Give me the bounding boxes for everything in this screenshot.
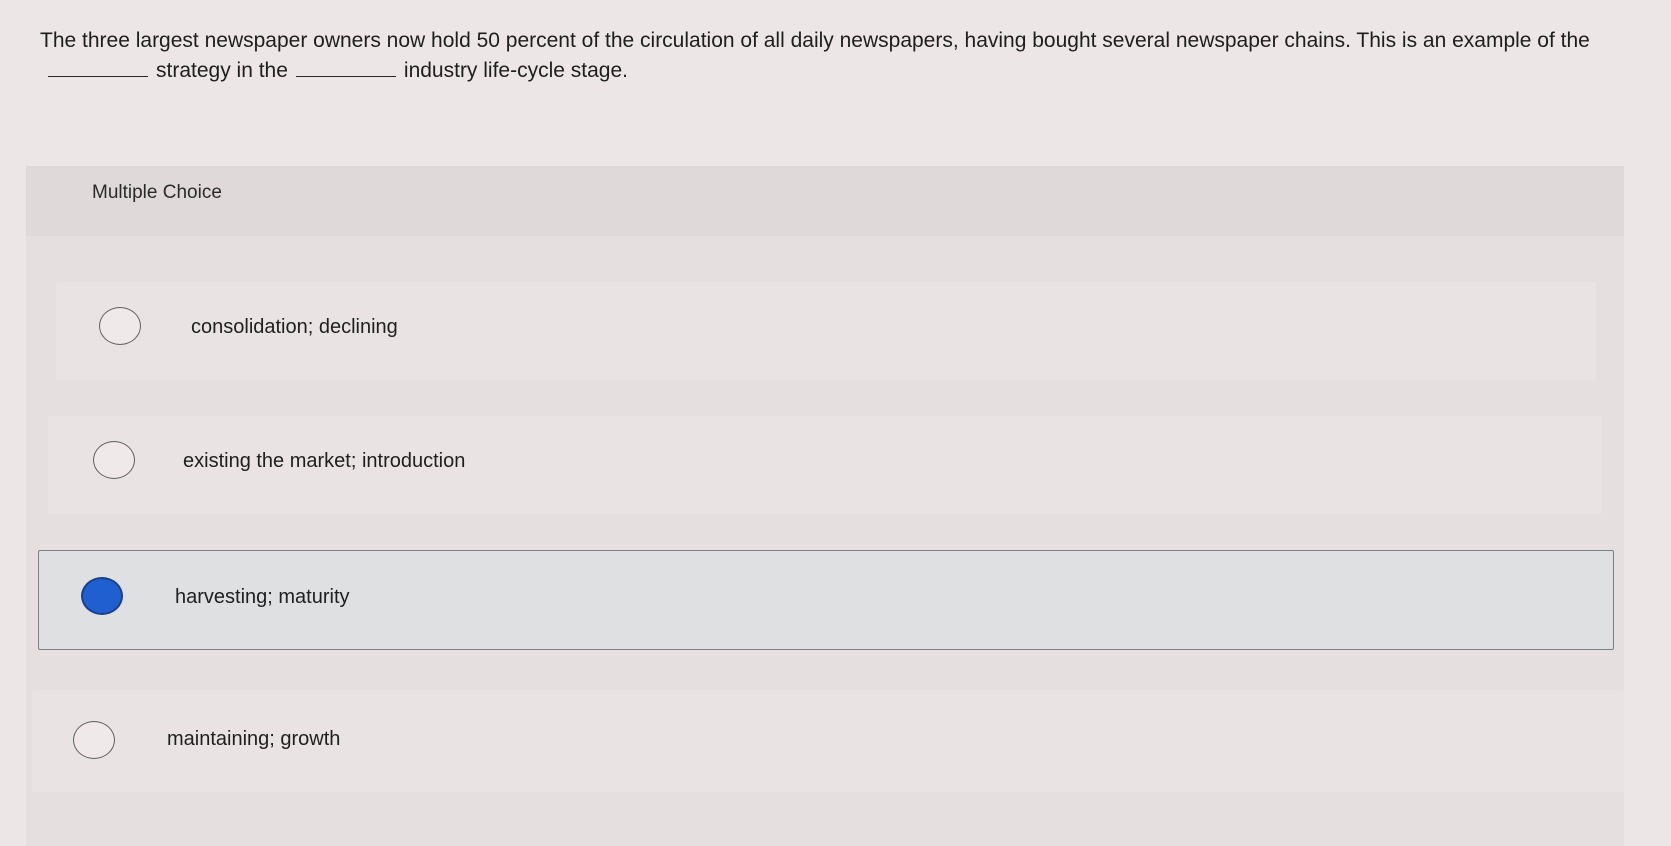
blank-2 xyxy=(295,58,396,77)
radio-button-2[interactable] xyxy=(93,441,135,479)
radio-button-4[interactable] xyxy=(73,721,115,759)
radio-button-1[interactable] xyxy=(99,307,141,345)
question-text: The three largest newspaper owners now h… xyxy=(40,26,1620,86)
question-part-1: The three largest newspaper owners now h… xyxy=(40,29,1590,52)
multiple-choice-title: Multiple Choice xyxy=(92,182,222,203)
multiple-choice-header: Multiple Choice xyxy=(26,166,1624,236)
choice-label-1: consolidation; declining xyxy=(191,316,398,338)
choice-option-2[interactable]: existing the market; introduction xyxy=(48,416,1602,514)
choice-label-3: harvesting; maturity xyxy=(175,586,350,608)
choice-option-3[interactable]: harvesting; maturity xyxy=(38,550,1614,650)
question-part-2: strategy in the xyxy=(156,59,288,82)
choice-option-1[interactable]: consolidation; declining xyxy=(56,282,1596,380)
radio-button-3-selected[interactable] xyxy=(81,577,123,615)
choice-option-4[interactable]: maintaining; growth xyxy=(32,690,1624,792)
question-part-3: industry life-cycle stage. xyxy=(403,59,628,82)
choice-label-2: existing the market; introduction xyxy=(183,450,466,472)
choice-label-4: maintaining; growth xyxy=(167,728,341,750)
blank-1 xyxy=(48,58,148,77)
